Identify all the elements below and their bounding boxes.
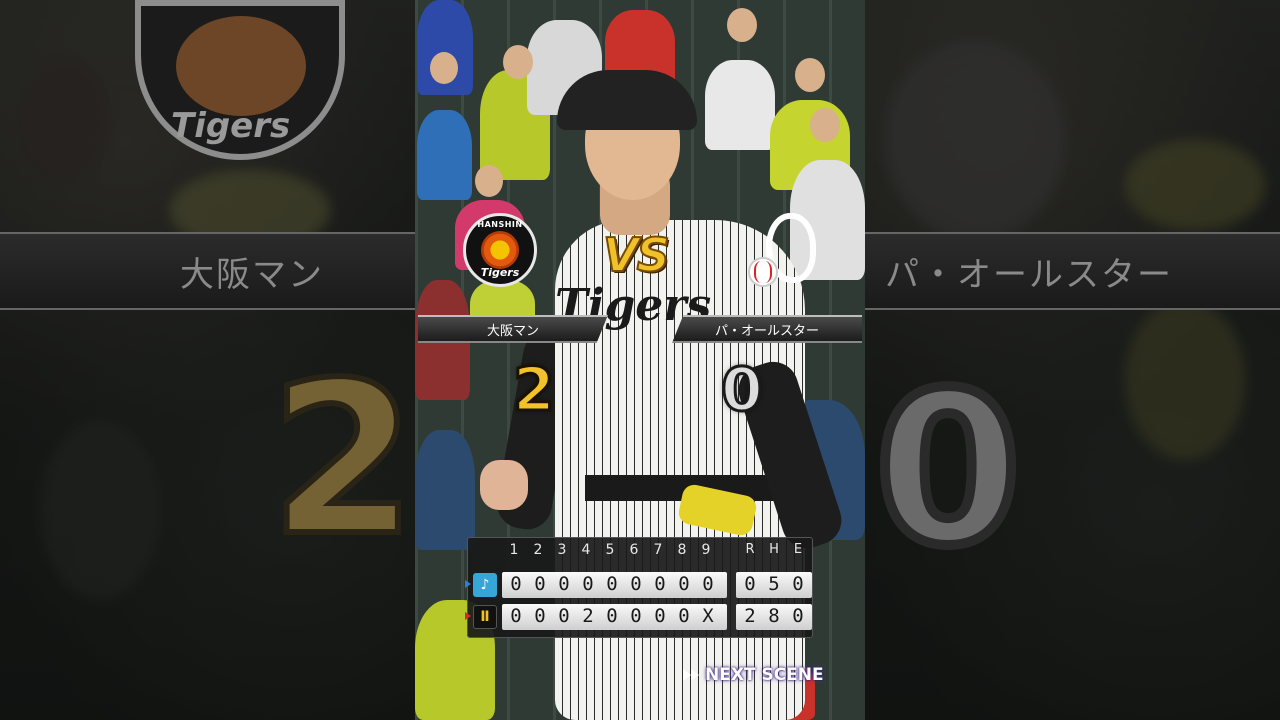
home-score: 2 bbox=[512, 355, 557, 425]
runs-label: R bbox=[745, 542, 755, 557]
blurred-name-plate: 大阪マン bbox=[0, 232, 415, 310]
inning-score: 0 bbox=[654, 605, 666, 627]
home-runs: 2 bbox=[744, 605, 756, 627]
fast-forward-icon bbox=[683, 669, 699, 681]
inning-score: 0 bbox=[558, 605, 570, 627]
right-blurred-backdrop: パ・オールスター 0 bbox=[865, 0, 1280, 720]
next-scene-label: NEXT SCENE bbox=[705, 665, 824, 685]
inning-label: 4 bbox=[581, 542, 591, 558]
away-errors: 0 bbox=[792, 573, 804, 595]
inning-score: X bbox=[702, 605, 714, 627]
away-hits: 5 bbox=[768, 573, 780, 595]
home-hits: 8 bbox=[768, 605, 780, 627]
inning-score: 0 bbox=[702, 573, 714, 595]
away-runs: 0 bbox=[744, 573, 756, 595]
inning-score: 0 bbox=[582, 573, 594, 595]
inning-score: 0 bbox=[534, 573, 546, 595]
inning-score: 0 bbox=[510, 605, 522, 627]
errors-label: E bbox=[793, 542, 803, 557]
inning-score: 0 bbox=[630, 605, 642, 627]
left-blurred-backdrop: Tigers 大阪マン 2 bbox=[0, 0, 415, 720]
tiger-emblem-icon bbox=[481, 231, 519, 269]
away-score: 0 bbox=[720, 355, 765, 425]
blurred-name-plate-away: パ・オールスター bbox=[865, 232, 1280, 310]
away-team-icon: ♪ bbox=[473, 573, 497, 597]
home-team-icon: Ⅱ bbox=[473, 605, 497, 629]
inning-score: 0 bbox=[678, 605, 690, 627]
inning-score: 0 bbox=[606, 573, 618, 595]
baseball-icon bbox=[748, 257, 778, 287]
inning-label: 9 bbox=[701, 542, 711, 558]
inning-score: 0 bbox=[630, 573, 642, 595]
inning-label: 1 bbox=[509, 542, 519, 558]
blurred-away-score: 0 bbox=[870, 347, 1026, 592]
away-line-row: ♪ 0 0 0 0 0 0 0 0 0 0 5 0 bbox=[465, 572, 812, 598]
home-line-row: Ⅱ 0 0 0 2 0 0 0 0 X 2 8 0 bbox=[465, 604, 812, 630]
versus-label: VS bbox=[602, 227, 671, 283]
blurred-team-logo: Tigers bbox=[135, 0, 345, 160]
line-score-board: 1 2 3 4 5 6 7 8 9 R H E ♪ 0 0 0 0 0 0 0 … bbox=[465, 537, 814, 638]
inning-label: 2 bbox=[533, 542, 543, 558]
away-team-name: パ・オールスター bbox=[672, 315, 862, 343]
inning-label: 5 bbox=[605, 542, 615, 558]
inning-score: 0 bbox=[534, 605, 546, 627]
hits-label: H bbox=[769, 542, 779, 557]
inning-score: 0 bbox=[654, 573, 666, 595]
away-team-logo bbox=[748, 213, 820, 293]
inning-score: 0 bbox=[678, 573, 690, 595]
home-errors: 0 bbox=[792, 605, 804, 627]
inning-label: 7 bbox=[653, 542, 663, 558]
home-team-logo: HANSHIN Tigers bbox=[463, 213, 537, 287]
inning-label: 3 bbox=[557, 542, 567, 558]
blurred-home-score: 2 bbox=[267, 337, 415, 582]
inning-label: 8 bbox=[677, 542, 687, 558]
inning-score: 0 bbox=[558, 573, 570, 595]
inning-score: 0 bbox=[510, 573, 522, 595]
inning-score: 2 bbox=[582, 605, 594, 627]
home-team-name: 大阪マン bbox=[418, 315, 608, 343]
inning-label: 6 bbox=[629, 542, 639, 558]
scoreboard-header: 1 2 3 4 5 6 7 8 9 R H E bbox=[468, 538, 814, 568]
next-scene-button[interactable]: NEXT SCENE bbox=[683, 665, 824, 685]
inning-score: 0 bbox=[606, 605, 618, 627]
